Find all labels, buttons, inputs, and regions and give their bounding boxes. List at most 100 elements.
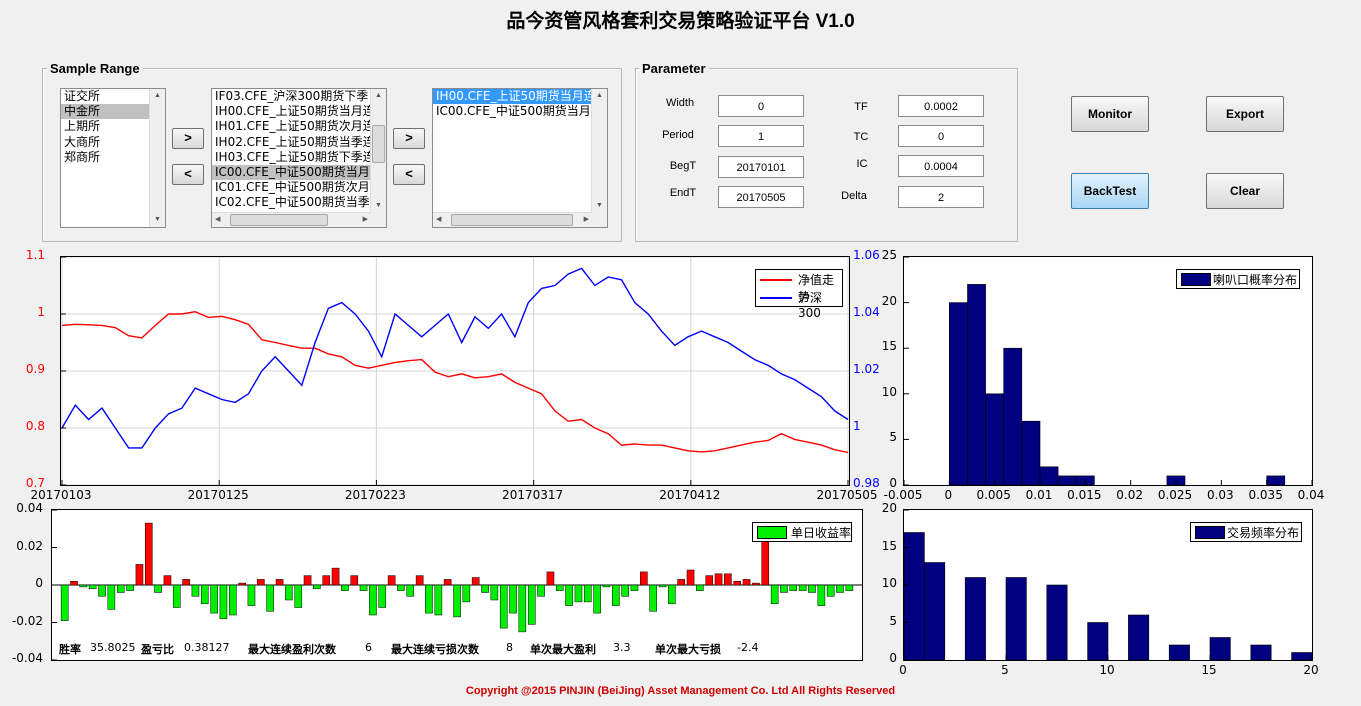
tc-field[interactable]: 0 — [898, 125, 984, 147]
tick-label: 20 — [881, 293, 897, 308]
return-bar — [845, 584, 854, 591]
return-bar — [752, 582, 760, 586]
return-bar — [172, 584, 181, 608]
return-bar — [350, 575, 359, 586]
return-bar — [677, 579, 685, 586]
return-bar — [686, 569, 695, 586]
return-bar — [425, 584, 433, 614]
return-bar — [434, 584, 443, 616]
return-bar — [527, 584, 536, 625]
return-bar — [387, 575, 396, 586]
legend-swatch-frequency — [1195, 526, 1225, 539]
return-bar — [191, 584, 200, 597]
begt-field[interactable]: 20170101 — [718, 156, 804, 178]
monitor-button[interactable]: Monitor — [1071, 96, 1149, 132]
endt-field[interactable]: 20170505 — [718, 186, 804, 208]
win-rate-value: 35.8025 — [90, 641, 136, 654]
list-item[interactable]: IC01.CFE_中证500期货次月 — [212, 180, 370, 195]
contract-vscrollbar[interactable]: ▲ ▼ — [370, 89, 386, 227]
width-field[interactable]: 0 — [718, 95, 804, 117]
contract-listbox[interactable]: IF03.CFE_沪深300期货下季 IH00.CFE_上证50期货当月连 IH01… — [211, 88, 387, 228]
list-item[interactable]: IH03.CFE_上证50期货下季连 — [212, 150, 370, 165]
return-bar — [126, 584, 134, 591]
histogram-bar — [1005, 577, 1027, 660]
list-item[interactable]: IH00.CFE_上证50期货当月连 — [212, 104, 370, 119]
return-bar — [696, 584, 704, 591]
max-loss-streak-value: 8 — [506, 641, 513, 654]
selected-vscrollbar[interactable]: ▲ ▼ — [591, 89, 607, 227]
clear-button[interactable]: Clear — [1206, 173, 1284, 209]
remove-exchange-button[interactable]: < — [172, 164, 204, 185]
return-bar — [714, 573, 723, 586]
tick-label: 20170103 — [30, 488, 92, 502]
return-bar — [658, 584, 667, 588]
scroll-right-icon[interactable]: ▶ — [363, 215, 368, 225]
return-bar — [621, 584, 629, 597]
scroll-thumb[interactable] — [451, 214, 573, 226]
tick-label: 0.02 — [1116, 488, 1144, 502]
tick-label: 0.005 — [976, 488, 1011, 502]
return-bar — [294, 584, 303, 608]
scroll-thumb[interactable] — [230, 214, 328, 226]
scroll-thumb[interactable] — [372, 125, 385, 163]
scroll-down-icon[interactable]: ▼ — [596, 201, 603, 211]
endt-label: EndT — [669, 187, 697, 199]
return-bar — [210, 584, 218, 614]
selected-contract-listbox[interactable]: IH00.CFE_上证50期货当月连 IC00.CFE_中证500期货当月 ▲ ▼… — [432, 88, 608, 228]
return-bar — [285, 584, 293, 601]
scroll-up-icon[interactable]: ▲ — [596, 91, 603, 101]
contract-hscrollbar[interactable]: ◀ ▶ — [212, 212, 371, 227]
return-bar — [229, 584, 237, 616]
scroll-down-icon[interactable]: ▼ — [375, 201, 382, 211]
sample-range-label: Sample Range — [47, 61, 143, 76]
list-item[interactable]: IH02.CFE_上证50期货当季连 — [212, 135, 370, 150]
add-exchange-button[interactable]: > — [172, 128, 204, 149]
list-item[interactable]: IH01.CFE_上证50期货次月连 — [212, 119, 370, 134]
tf-field[interactable]: 0.0002 — [898, 95, 984, 117]
tick-label: 20170125 — [187, 488, 249, 502]
return-bar — [322, 575, 331, 586]
return-bar — [238, 582, 246, 586]
histogram-bar — [985, 393, 1004, 485]
return-bar — [808, 584, 816, 593]
exchange-listbox[interactable]: 证交所 中金所 上期所 大商所 郑商所 ▲ ▼ — [60, 88, 166, 228]
ic-field[interactable]: 0.0004 — [898, 155, 984, 177]
list-item[interactable]: IC00.CFE_中证500期货当月 — [433, 104, 591, 119]
histogram-bar — [948, 302, 968, 485]
tick-label: 10 — [1099, 663, 1115, 677]
return-bar — [555, 584, 564, 591]
scroll-down-icon[interactable]: ▼ — [154, 215, 161, 225]
return-bar — [247, 584, 256, 606]
legend-line-nav — [760, 279, 792, 281]
histogram-bar — [904, 532, 925, 660]
scroll-up-icon[interactable]: ▲ — [375, 91, 382, 101]
scroll-left-icon[interactable]: ◀ — [436, 215, 441, 225]
period-field[interactable]: 1 — [718, 125, 804, 147]
max-win-streak-value: 6 — [365, 641, 372, 654]
return-bar — [836, 584, 844, 593]
tick-label: 0.015 — [1067, 488, 1102, 502]
scroll-left-icon[interactable]: ◀ — [215, 215, 220, 225]
export-button[interactable]: Export — [1206, 96, 1284, 132]
exchange-scrollbar[interactable]: ▲ ▼ — [149, 89, 165, 227]
list-item[interactable]: IH00.CFE_上证50期货当月连 — [433, 89, 591, 105]
scroll-right-icon[interactable]: ▶ — [584, 215, 589, 225]
add-contract-button[interactable]: > — [393, 128, 425, 149]
return-bar — [144, 522, 153, 586]
spread-distribution-plot — [904, 257, 1312, 485]
tick-label: 0.04 — [16, 501, 43, 515]
selected-hscrollbar[interactable]: ◀ ▶ — [433, 212, 592, 227]
list-item[interactable]: IC00.CFE_中证500期货当月 — [212, 164, 370, 181]
contract-items: IF03.CFE_沪深300期货下季 IH00.CFE_上证50期货当月连 IH01… — [212, 89, 370, 211]
delta-field[interactable]: 2 — [898, 186, 984, 208]
scroll-up-icon[interactable]: ▲ — [154, 91, 161, 101]
list-item[interactable]: IF03.CFE_沪深300期货下季 — [212, 89, 370, 104]
remove-contract-button[interactable]: < — [393, 164, 425, 185]
return-bar — [574, 584, 583, 603]
histogram-bar — [1021, 420, 1041, 485]
list-item[interactable]: IC02.CFE_中证500期货当季 — [212, 195, 370, 210]
backtest-button[interactable]: BackTest — [1071, 173, 1149, 209]
return-bar — [724, 573, 732, 586]
tick-label: 0.7 — [25, 476, 45, 490]
return-bar — [303, 575, 312, 586]
